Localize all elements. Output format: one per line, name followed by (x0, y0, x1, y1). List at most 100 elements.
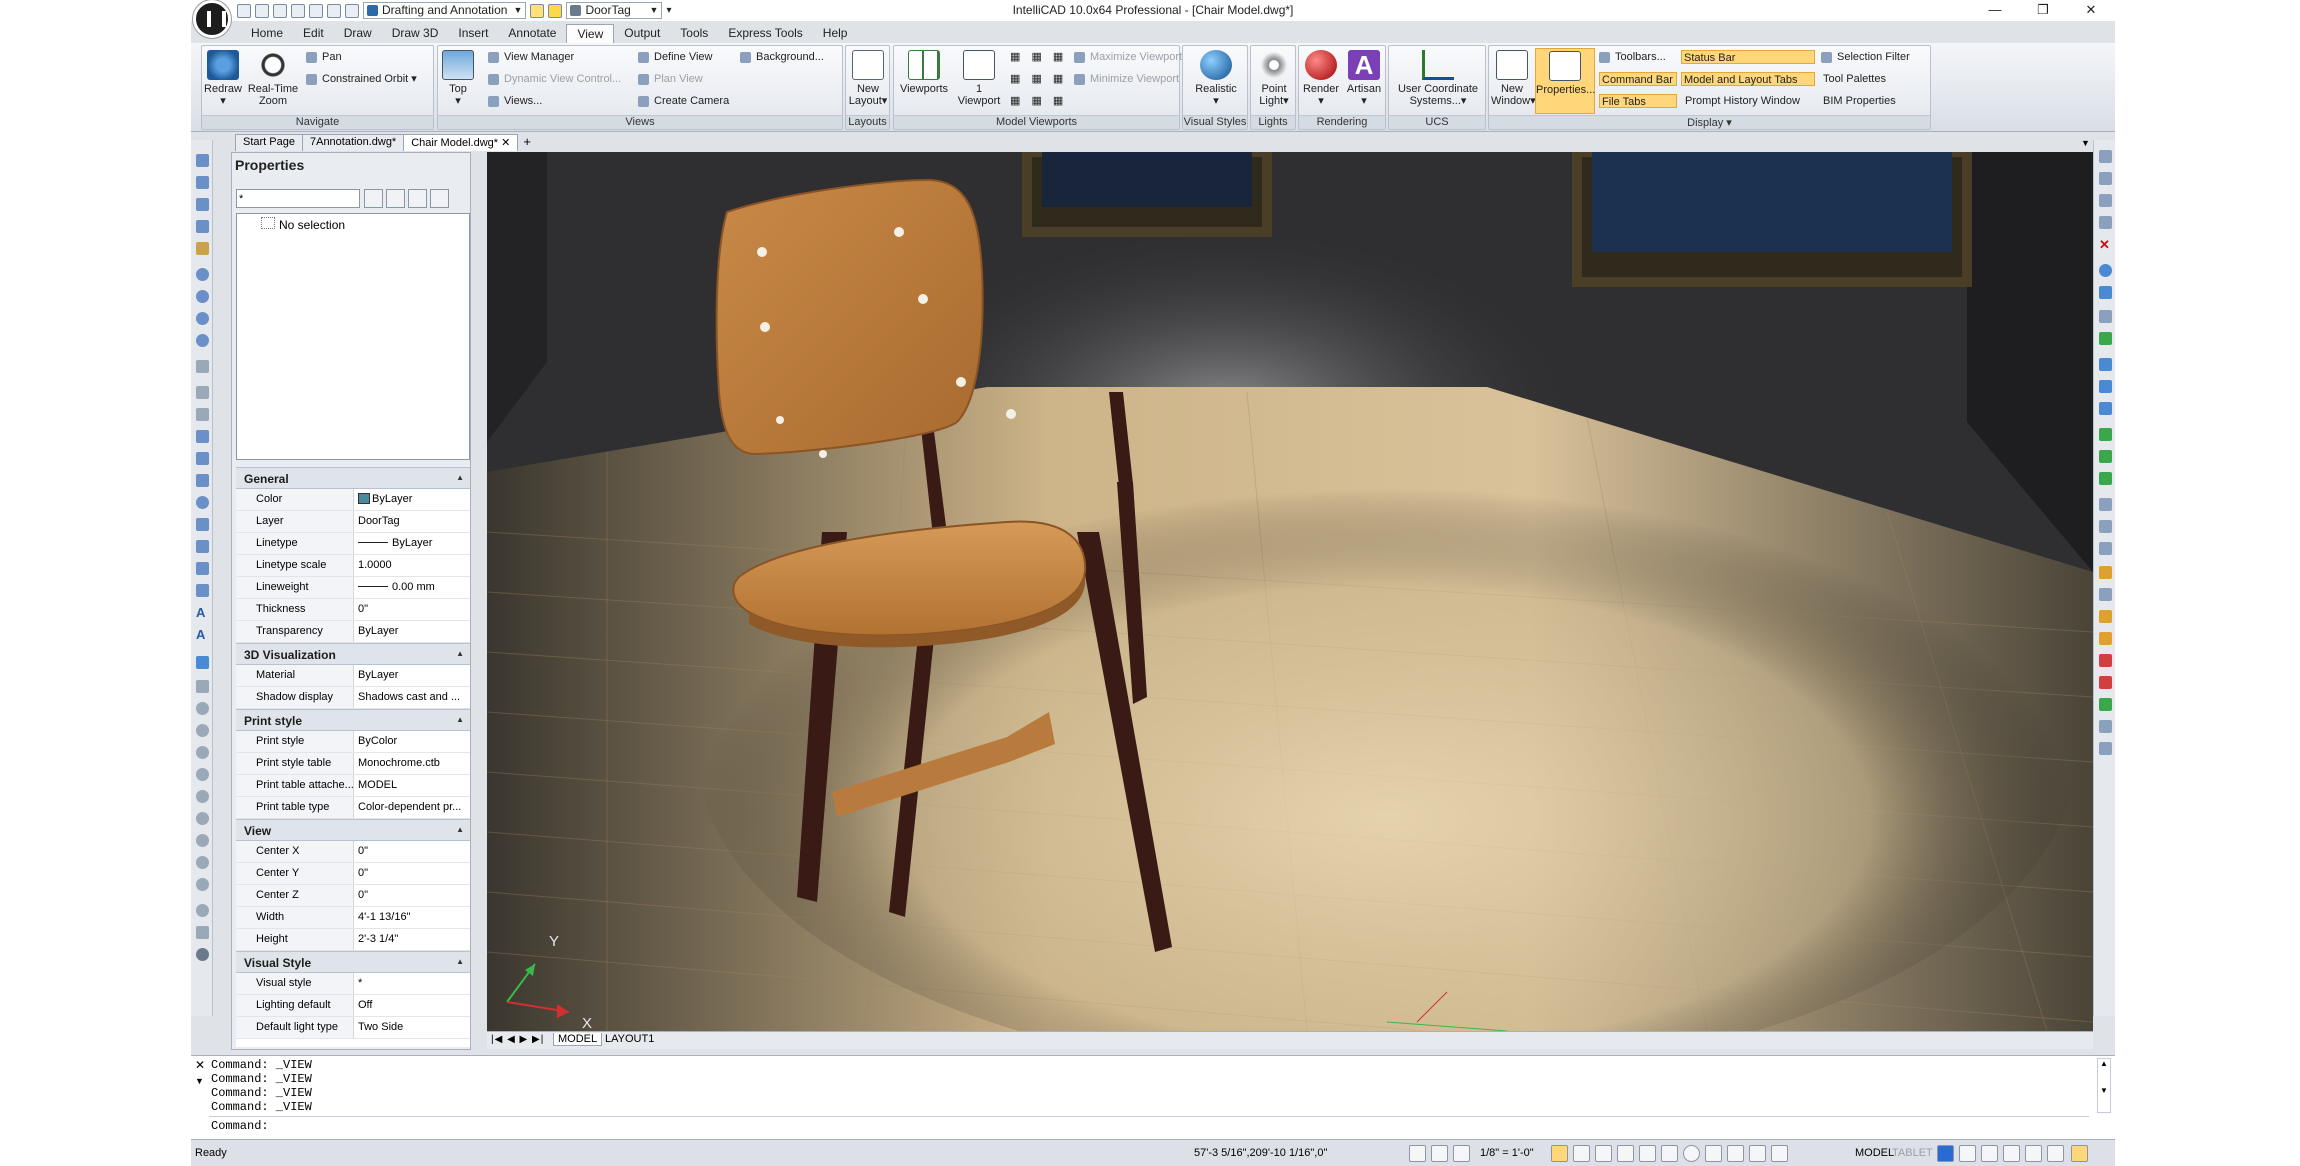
command-input[interactable]: Command: (209, 1116, 2089, 1134)
zoom-center-icon[interactable] (196, 834, 209, 847)
property-row[interactable]: Transparency ByLayer (236, 621, 470, 643)
tablet-toggle[interactable]: TABLET (1892, 1147, 1933, 1159)
property-row[interactable]: Lighting default Off (236, 995, 470, 1017)
rotate-view-icon[interactable] (196, 656, 209, 669)
arc-tool-icon[interactable] (196, 290, 209, 303)
views-button[interactable]: Views... (488, 94, 542, 108)
minimize-button[interactable]: — (1971, 0, 2019, 21)
polyline-tool-icon[interactable] (196, 176, 209, 189)
create-camera-button[interactable]: Create Camera (638, 94, 729, 108)
annotation-visibility-icon[interactable] (1551, 1145, 1568, 1162)
window-icon[interactable] (2025, 1145, 2042, 1162)
realtime-zoom-button[interactable]: Real-Time Zoom (246, 48, 300, 107)
explode-tool-icon[interactable] (2099, 520, 2112, 533)
otrack-icon[interactable] (1705, 1145, 1722, 1162)
annotation-scale[interactable]: 1/8" = 1'-0" (1480, 1147, 1534, 1159)
ortho-icon[interactable] (1639, 1145, 1656, 1162)
section-header[interactable]: Visual Style (236, 951, 470, 973)
property-value[interactable]: ByLayer (354, 621, 470, 642)
polar-icon[interactable] (1661, 1145, 1678, 1162)
edit-text-icon[interactable] (2099, 610, 2112, 623)
hatch-tool-icon[interactable] (196, 386, 209, 399)
edit-spline-icon[interactable] (2099, 566, 2112, 579)
properties-filter-input[interactable] (236, 189, 360, 208)
menu-help[interactable]: Help (813, 24, 858, 43)
array-tool-icon[interactable] (2099, 216, 2112, 229)
property-value[interactable]: Shadows cast and ... (354, 687, 470, 708)
screen-icon[interactable] (2003, 1145, 2020, 1162)
dynamic-view-control-button[interactable]: Dynamic View Control... (488, 72, 621, 86)
ray-tool-icon[interactable] (196, 198, 209, 211)
property-row[interactable]: Linetype scale 1.0000 (236, 555, 470, 577)
customize-icon[interactable] (1981, 1145, 1998, 1162)
realistic-style-button[interactable]: Realistic ▾ (1187, 48, 1245, 107)
define-view-button[interactable]: Define View (638, 50, 713, 64)
property-row[interactable]: Print table type Color-dependent pr... (236, 797, 470, 819)
viewport-layout-icons[interactable]: ▦ ▦ ▦ (1008, 50, 1067, 64)
delete-tool-icon[interactable]: ✕ (2099, 238, 2112, 251)
line-tool-icon[interactable] (196, 154, 209, 167)
prompt-history-window-toggle[interactable]: Prompt History Window (1683, 94, 1800, 108)
snap-icon[interactable] (1409, 1145, 1426, 1162)
sketch-tool-icon[interactable] (196, 242, 209, 255)
property-value[interactable]: ByColor (354, 731, 470, 752)
artisan-button[interactable]: A Artisan ▾ (1343, 48, 1385, 107)
render-eye-icon[interactable] (196, 948, 209, 961)
property-row[interactable]: Linetype ByLayer (236, 533, 470, 555)
property-value[interactable]: DoorTag (354, 511, 470, 532)
menu-draw3d[interactable]: Draw 3D (382, 24, 449, 43)
layer-previous-icon[interactable] (2099, 698, 2112, 711)
point-light-button[interactable]: Point Light▾ (1253, 48, 1295, 107)
zoom-all-icon[interactable] (196, 812, 209, 825)
command-scrollbar[interactable]: ▲ ▼ (2097, 1058, 2111, 1113)
property-value[interactable]: 4'-1 13/16" (354, 907, 470, 928)
edit-hatch-icon[interactable] (2099, 588, 2112, 601)
dynamic-ucs-icon[interactable] (1727, 1145, 1744, 1162)
property-value[interactable]: ByLayer (354, 665, 470, 686)
user-coordinate-systems-button[interactable]: User Coordinate Systems...▾ (1391, 48, 1485, 107)
selection-filter-button[interactable]: Selection Filter (1821, 50, 1910, 64)
people-icon[interactable] (1959, 1145, 1976, 1162)
property-value[interactable]: 0.00 mm (354, 577, 470, 598)
property-value[interactable]: Color-dependent pr... (354, 797, 470, 818)
move-tool-icon[interactable] (2099, 286, 2112, 299)
zoom-window-icon[interactable] (196, 746, 209, 759)
layer-manager-icon[interactable] (2099, 742, 2112, 755)
close-icon[interactable]: ✕ (195, 1058, 205, 1072)
spline-tool-icon[interactable] (196, 220, 209, 233)
lengthen-tool-icon[interactable] (2099, 358, 2112, 371)
quick-select-icon[interactable] (364, 189, 383, 208)
pin-icon[interactable]: ▼ (195, 1076, 204, 1086)
command-bar-toggle[interactable]: Command Bar (1599, 72, 1677, 86)
extend-tool-icon[interactable] (2099, 402, 2112, 415)
donut-tool-icon[interactable] (196, 496, 209, 509)
select-objects-icon[interactable] (386, 189, 405, 208)
maximize-viewport-button[interactable]: Maximize Viewport (1074, 50, 1182, 64)
one-viewport-button[interactable]: 1 Viewport (954, 48, 1004, 107)
trim-tool-icon[interactable] (2099, 380, 2112, 393)
annotation-scale-icon[interactable] (1453, 1145, 1470, 1162)
block-tool-icon[interactable] (196, 584, 209, 597)
property-row[interactable]: Default light type Two Side (236, 1017, 470, 1039)
menu-annotate[interactable]: Annotate (498, 24, 566, 43)
menu-draw[interactable]: Draw (334, 24, 382, 43)
new-tab-button[interactable]: + (517, 134, 537, 151)
section-header[interactable]: Print style (236, 709, 470, 731)
redraw-button[interactable]: Redraw ▾ (204, 48, 242, 107)
property-value[interactable]: Off (354, 995, 470, 1016)
background-button[interactable]: Background... (740, 50, 824, 64)
clean-screen-icon[interactable] (2047, 1145, 2064, 1162)
gradient-tool-icon[interactable] (196, 408, 209, 421)
mirror-tool-icon[interactable] (2099, 172, 2112, 185)
tab-list-dropdown[interactable]: ▼ (2081, 138, 2090, 148)
elliptical-arc-tool-icon[interactable] (196, 334, 209, 347)
quick-properties-icon[interactable] (1771, 1145, 1788, 1162)
polygon-tool-icon[interactable] (196, 452, 209, 465)
property-value[interactable]: 2'-3 1/4" (354, 929, 470, 950)
property-row[interactable]: Visual style * (236, 973, 470, 995)
grid-display-icon[interactable] (1617, 1145, 1634, 1162)
property-row[interactable]: Height 2'-3 1/4" (236, 929, 470, 951)
zoom-out-icon[interactable] (196, 724, 209, 737)
pan-button[interactable]: Pan (306, 50, 342, 64)
layout-nav-arrows[interactable]: |◀ ◀ ▶ ▶| (491, 1034, 544, 1045)
